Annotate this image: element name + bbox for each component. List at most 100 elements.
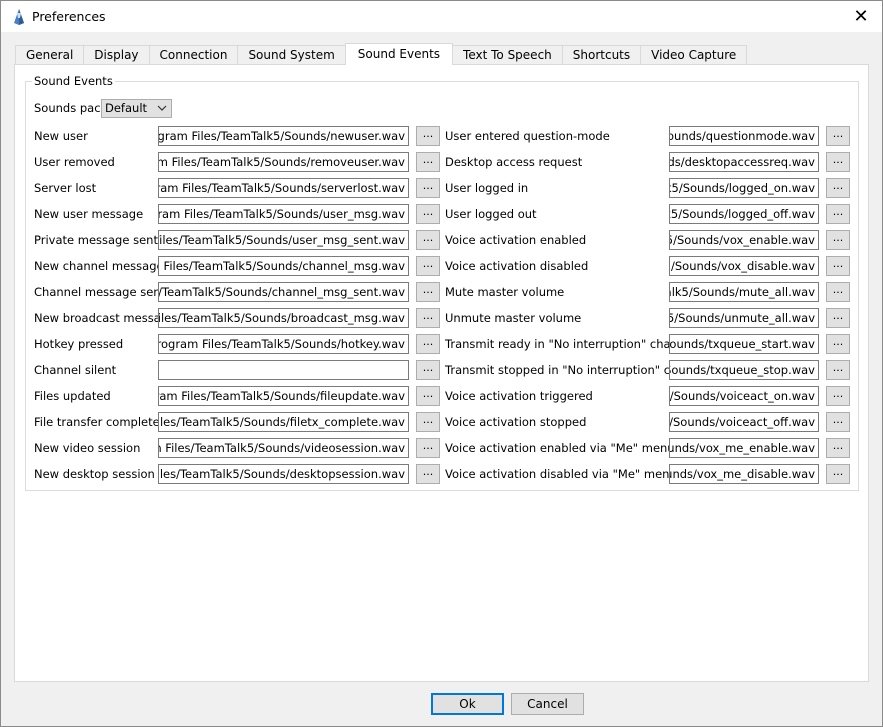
path-value: C:/Program Files/TeamTalk5/Sounds/hotkey… [158,337,405,351]
path-field-server-lost[interactable]: C:/Program Files/TeamTalk5/Sounds/server… [158,178,409,198]
path-field-file-transfer-complete[interactable]: ogram Files/TeamTalk5/Sounds/filetx_comp… [158,412,409,432]
browse-button-voice-activation-enabled-via-me-menu[interactable]: ... [826,438,850,458]
label-hotkey-pressed: Hotkey pressed [34,337,124,351]
path-value: Talk5/Sounds/logged_off.wav [670,207,815,221]
teamtalk-app-icon [14,9,24,25]
table-row: New broadcast messageProgram Files/TeamT… [26,308,858,328]
path-field-new-user[interactable]: C:/Program Files/TeamTalk5/Sounds/newuse… [158,126,409,146]
path-value: alk5/Sounds/voiceact_on.wav [669,389,815,403]
path-field-transmit-stopped-in-no-interruption-channel[interactable]: k5/Sounds/txqueue_stop.wav [669,360,819,380]
path-value: Talk5/Sounds/unmute_all.wav [670,311,815,325]
label-voice-activation-disabled-via-me-menu: Voice activation disabled via "Me" menu [445,467,677,481]
browse-button-private-message-sent[interactable]: ... [416,230,440,250]
path-field-transmit-ready-in-no-interruption-channel[interactable]: k5/Sounds/txqueue_start.wav [669,334,819,354]
browse-button-file-transfer-complete[interactable]: ... [416,412,440,432]
table-row: User removed/Program Files/TeamTalk5/Sou… [26,152,858,172]
tab-sound-events[interactable]: Sound Events [344,43,454,65]
tab-text-to-speech[interactable]: Text To Speech [452,45,563,64]
browse-button-voice-activation-disabled[interactable]: ... [826,256,850,276]
path-field-new-user-message[interactable]: C:/Program Files/TeamTalk5/Sounds/user_m… [158,204,409,224]
label-files-updated: Files updated [34,389,111,403]
label-voice-activation-triggered: Voice activation triggered [445,389,593,403]
tab-sound-system[interactable]: Sound System [237,45,346,64]
path-field-user-entered-question-mode[interactable]: k5/Sounds/questionmode.wav [669,126,819,146]
ok-button[interactable]: Ok [431,693,504,715]
path-field-voice-activation-enabled[interactable]: alk5/Sounds/vox_enable.wav [669,230,819,250]
path-value: alk5/Sounds/vox_disable.wav [670,259,815,273]
path-field-voice-activation-disabled-via-me-menu[interactable]: /Sounds/vox_me_disable.wav [669,464,819,484]
path-field-unmute-master-volume[interactable]: Talk5/Sounds/unmute_all.wav [669,308,819,328]
path-value: k5/Sounds/questionmode.wav [670,129,815,143]
browse-button-channel-message-sent[interactable]: ... [416,282,440,302]
path-field-user-removed[interactable]: /Program Files/TeamTalk5/Sounds/removeus… [158,152,409,172]
label-voice-activation-enabled-via-me-menu: Voice activation enabled via "Me" menu [445,441,675,455]
browse-button-transmit-stopped-in-no-interruption-channel[interactable]: ... [826,360,850,380]
path-field-new-video-session[interactable]: Program Files/TeamTalk5/Sounds/videosess… [158,438,409,458]
browse-button-unmute-master-volume[interactable]: ... [826,308,850,328]
browse-button-channel-silent[interactable]: ... [416,360,440,380]
path-field-desktop-access-request[interactable]: ounds/desktopaccessreq.wav [669,152,819,172]
path-field-channel-message-sent[interactable]: am Files/TeamTalk5/Sounds/channel_msg_se… [158,282,409,302]
browse-button-new-user[interactable]: ... [416,126,440,146]
browse-button-mute-master-volume[interactable]: ... [826,282,850,302]
browse-button-desktop-access-request[interactable]: ... [826,152,850,172]
browse-button-user-logged-in[interactable]: ... [826,178,850,198]
cancel-button[interactable]: Cancel [511,693,584,715]
table-row: File transfer completeogram Files/TeamTa… [26,412,858,432]
path-value: Program Files/TeamTalk5/Sounds/broadcast… [158,311,405,325]
browse-button-voice-activation-disabled-via-me-menu[interactable]: ... [826,464,850,484]
browse-button-user-removed[interactable]: ... [416,152,440,172]
browse-button-new-broadcast-message[interactable]: ... [416,308,440,328]
path-field-voice-activation-triggered[interactable]: alk5/Sounds/voiceact_on.wav [669,386,819,406]
table-row: New channel messageProgram Files/TeamTal… [26,256,858,276]
table-row: New user C:/Program Files/TeamTalk5/Sound… [26,126,858,146]
path-field-voice-activation-stopped[interactable]: alk5/Sounds/voiceact_off.wav [669,412,819,432]
path-value: ogram Files/TeamTalk5/Sounds/filetx_comp… [158,415,405,429]
path-field-files-updated[interactable]: C:/Program Files/TeamTalk5/Sounds/fileup… [158,386,409,406]
path-value: ounds/desktopaccessreq.wav [669,155,815,169]
path-field-voice-activation-enabled-via-me-menu[interactable]: /Sounds/vox_me_enable.wav [669,438,819,458]
tab-display[interactable]: Display [83,45,150,64]
tab-general[interactable]: General [15,45,85,64]
path-field-hotkey-pressed[interactable]: C:/Program Files/TeamTalk5/Sounds/hotkey… [158,334,409,354]
browse-button-voice-activation-triggered[interactable]: ... [826,386,850,406]
tab-shortcuts[interactable]: Shortcuts [561,45,642,64]
label-channel-message-sent: Channel message sent [34,285,166,299]
path-value: Program Files/TeamTalk5/Sounds/videosess… [159,441,405,455]
browse-button-hotkey-pressed[interactable]: ... [416,334,440,354]
path-field-channel-silent[interactable] [158,360,409,380]
browse-button-new-user-message[interactable]: ... [416,204,440,224]
browse-button-transmit-ready-in-no-interruption-channel[interactable]: ... [826,334,850,354]
path-field-new-desktop-session[interactable]: ogram Files/TeamTalk5/Sounds/desktopsess… [158,464,409,484]
browse-button-new-channel-message[interactable]: ... [416,256,440,276]
browse-button-user-logged-out[interactable]: ... [826,204,850,224]
browse-button-voice-activation-stopped[interactable]: ... [826,412,850,432]
label-user-logged-out: User logged out [445,207,537,221]
close-icon[interactable]: ✕ [848,4,874,28]
label-file-transfer-complete: File transfer complete [34,415,160,429]
path-field-voice-activation-disabled[interactable]: alk5/Sounds/vox_disable.wav [669,256,819,276]
path-field-user-logged-out[interactable]: Talk5/Sounds/logged_off.wav [669,204,819,224]
tab-connection[interactable]: Connection [148,45,239,64]
browse-button-server-lost[interactable]: ... [416,178,440,198]
browse-button-files-updated[interactable]: ... [416,386,440,406]
tab-video-capture[interactable]: Video Capture [640,45,748,64]
path-field-private-message-sent[interactable]: ogram Files/TeamTalk5/Sounds/user_msg_se… [158,230,409,250]
path-field-new-broadcast-message[interactable]: Program Files/TeamTalk5/Sounds/broadcast… [158,308,409,328]
path-field-mute-master-volume[interactable]: amTalk5/Sounds/mute_all.wav [669,282,819,302]
path-value: alk5/Sounds/vox_enable.wav [670,233,815,247]
path-value: Program Files/TeamTalk5/Sounds/channel_m… [159,259,405,273]
path-value: C:/Program Files/TeamTalk5/Sounds/server… [159,181,405,195]
label-new-channel-message: New channel message [34,259,164,273]
path-value: k5/Sounds/txqueue_stop.wav [670,363,815,377]
path-field-user-logged-in[interactable]: nTalk5/Sounds/logged_on.wav [669,178,819,198]
browse-button-user-entered-question-mode[interactable]: ... [826,126,850,146]
browse-button-voice-activation-enabled[interactable]: ... [826,230,850,250]
path-field-new-channel-message[interactable]: Program Files/TeamTalk5/Sounds/channel_m… [158,256,409,276]
browse-button-new-desktop-session[interactable]: ... [416,464,440,484]
table-row: Channel message sentam Files/TeamTalk5/S… [26,282,858,302]
path-value: ogram Files/TeamTalk5/Sounds/desktopsess… [158,467,405,481]
path-value: ogram Files/TeamTalk5/Sounds/user_msg_se… [158,233,405,247]
browse-button-new-video-session[interactable]: ... [416,438,440,458]
path-value: alk5/Sounds/voiceact_off.wav [669,415,815,429]
